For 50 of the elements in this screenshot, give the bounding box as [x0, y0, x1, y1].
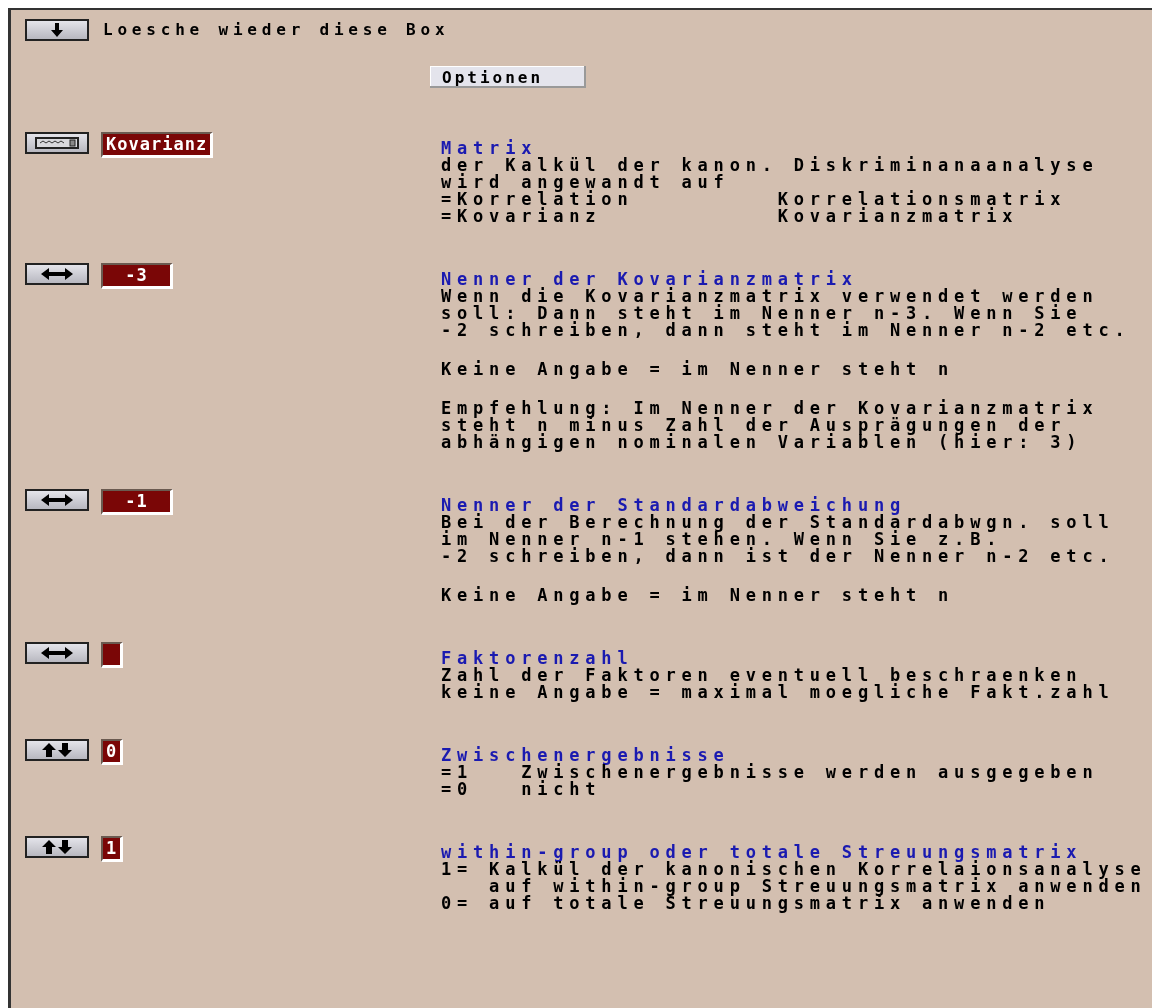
description-line: =1 Zwischenergebnisse werden ausgegeben — [441, 764, 1099, 781]
description-line: Wenn die Kovarianzmatrix verwendet werden — [441, 288, 1100, 305]
description-line: =0 nicht — [441, 781, 602, 798]
setting-title: within-group oder totale Streuungsmatrix — [441, 844, 1083, 861]
setting-title: Faktorenzahl — [441, 650, 634, 667]
description-line: Bei der Berechnung der Standardabwgn. soll — [441, 514, 1115, 531]
delete-box-label: Loesche wieder diese Box — [103, 19, 450, 41]
option-button[interactable] — [25, 739, 89, 761]
description-line: Keine Angabe = im Nenner steht n — [441, 361, 956, 378]
value-field[interactable]: Kovarianz — [101, 132, 214, 158]
left-right-arrow-icon — [40, 268, 74, 280]
description-line: Empfehlung: Im Nenner der Kovarianzmatrix — [441, 400, 1100, 417]
option-button[interactable] — [25, 836, 89, 858]
description-line: -2 schreiben, dann steht im Nenner n-2 etc. — [441, 322, 1131, 339]
option-button[interactable] — [25, 489, 89, 511]
delete-box-button[interactable] — [25, 19, 89, 41]
setting-title: Nenner der Standardabweichung — [441, 497, 906, 514]
value-field[interactable]: 0 — [101, 739, 124, 765]
value-field[interactable]: -1 — [101, 489, 173, 515]
description-line: Keine Angabe = im Nenner steht n — [441, 587, 956, 604]
options-button[interactable]: Optionen — [430, 66, 586, 88]
description-line: abhängigen nominalen Variablen (hier: 3) — [441, 434, 1084, 451]
description-line: im Nenner n-1 stehen. Wenn Sie z.B. — [441, 531, 1003, 548]
description-line: =Korrelation Korrelationsmatrix — [441, 191, 1068, 208]
description-line: =Kovarianz Kovarianzmatrix — [441, 208, 1020, 225]
description-line: Zahl der Faktoren eventuell beschraenken — [441, 667, 1083, 684]
left-right-arrow-icon — [40, 647, 74, 659]
field-icon — [35, 137, 79, 149]
description-line: steht n minus Zahl der Ausprägungen der — [441, 417, 1067, 434]
value-field[interactable] — [101, 642, 123, 668]
description-line: soll: Dann steht im Nenner n-3. Wenn Sie — [441, 305, 1084, 322]
option-button[interactable] — [25, 642, 89, 664]
up-down-arrows-icon — [42, 743, 72, 757]
setting-title: Matrix — [441, 140, 538, 157]
description-line: 0= auf totale Streuungsmatrix anwenden — [441, 895, 1052, 912]
value-field[interactable]: -3 — [101, 263, 173, 289]
description-line: der Kalkül der kanon. Diskriminanaanalyse — [441, 157, 1099, 174]
option-button[interactable] — [25, 132, 89, 154]
setting-title: Nenner der Kovarianzmatrix — [441, 271, 858, 288]
description-line: -2 schreiben, dann ist der Nenner n-2 etc. — [441, 548, 1115, 565]
setting-title: Zwischenergebnisse — [441, 747, 730, 764]
description-line: wird angewandt auf — [441, 174, 731, 191]
down-arrow-icon — [51, 23, 63, 37]
description-line: keine Angabe = maximal moegliche Fakt.zahl — [441, 684, 1115, 701]
left-right-arrow-icon — [40, 494, 74, 506]
description-line: 1= Kalkül der kanonischen Korrelaionsanalyse — [441, 861, 1147, 878]
value-field[interactable]: 1 — [101, 836, 124, 862]
option-button[interactable] — [25, 263, 89, 285]
description-line: auf within-group Streuungsmatrix anwenden — [488, 878, 1147, 895]
up-down-arrows-icon — [42, 840, 72, 854]
